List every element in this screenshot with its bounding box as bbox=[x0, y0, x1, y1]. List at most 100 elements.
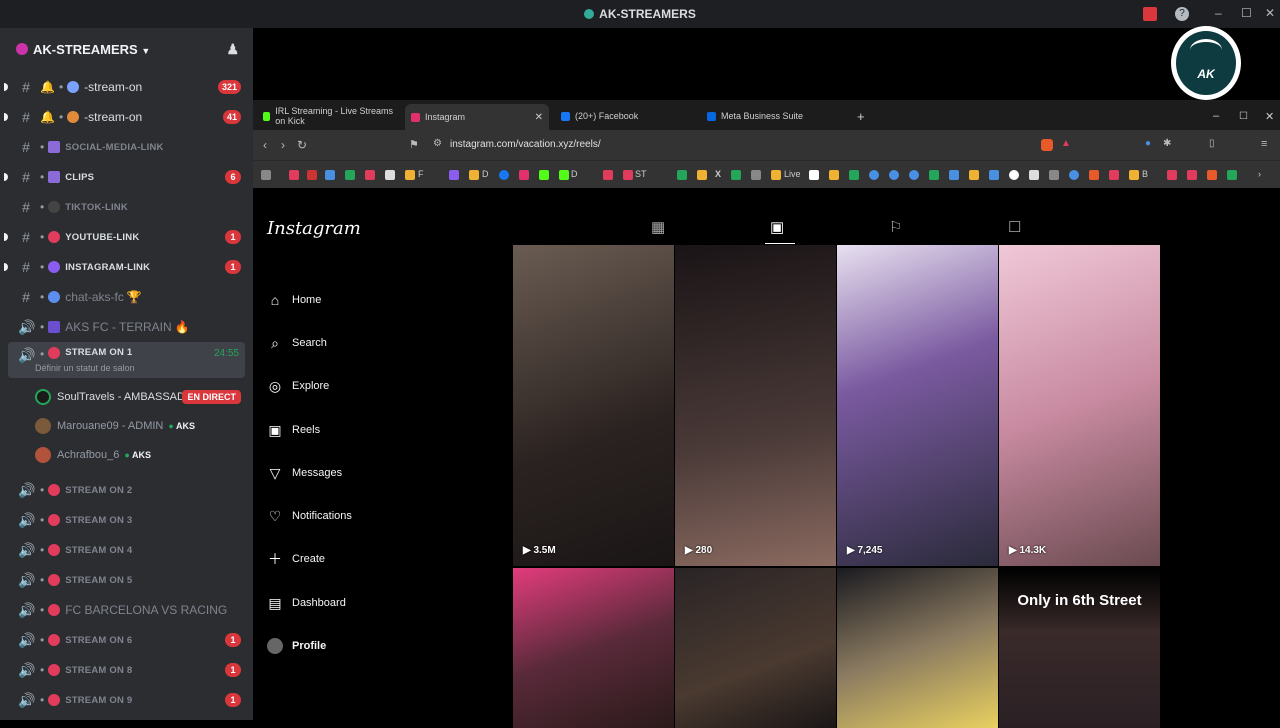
tab-meta-business[interactable]: Meta Business Suite bbox=[701, 106, 851, 126]
nav-messages[interactable]: ▽ Messages bbox=[267, 451, 352, 494]
back-icon[interactable]: ‹ bbox=[263, 138, 267, 152]
new-tab-button[interactable]: + bbox=[851, 106, 871, 126]
channel-item[interactable]: # 🔔 • -stream-on 321 bbox=[0, 72, 253, 102]
reels-tab-icon[interactable]: ▣ bbox=[770, 218, 784, 236]
bookmark-icon[interactable] bbox=[1207, 170, 1217, 180]
folder-icon[interactable] bbox=[1129, 170, 1139, 180]
bookmark-icon[interactable] bbox=[385, 170, 395, 180]
bookmark-icon[interactable] bbox=[289, 170, 299, 180]
reel-tile[interactable]: ▶ 14.3K bbox=[999, 245, 1160, 566]
tab-facebook[interactable]: (20+) Facebook bbox=[555, 106, 695, 126]
instagram-logo[interactable]: Instagram bbox=[267, 218, 361, 239]
bookmark-icon[interactable] bbox=[1089, 170, 1099, 180]
bookmark-icon[interactable] bbox=[889, 170, 899, 180]
sidebar-icon[interactable]: ▯ bbox=[1209, 138, 1215, 149]
posts-grid-icon[interactable]: ▦ bbox=[651, 218, 665, 236]
bookmark-icon[interactable] bbox=[909, 170, 919, 180]
bookmark-icon[interactable] bbox=[449, 170, 459, 180]
bookmark-label[interactable]: D bbox=[482, 169, 489, 179]
folder-icon[interactable] bbox=[469, 170, 479, 180]
tab-kick[interactable]: IRL Streaming - Live Streams on Kick bbox=[257, 106, 402, 126]
apps-icon[interactable] bbox=[261, 170, 271, 180]
bookmark-icon[interactable] bbox=[1187, 170, 1197, 180]
rewards-icon[interactable]: ▲ bbox=[1061, 138, 1071, 149]
bookmark-icon[interactable]: ⚑ bbox=[409, 138, 419, 151]
extension-icon[interactable]: ● bbox=[1145, 138, 1151, 149]
tagged-icon[interactable]: ☐ bbox=[1008, 218, 1021, 236]
bookmark-icon[interactable] bbox=[829, 170, 839, 180]
channel-item[interactable]: # • TIKTOK-LINK bbox=[0, 192, 253, 222]
channel-item[interactable]: # • SOCIAL-MEDIA-LINK bbox=[0, 132, 253, 162]
more-bookmarks-icon[interactable]: › bbox=[1258, 169, 1261, 179]
bookmark-label[interactable]: ST bbox=[635, 169, 647, 179]
tab-instagram[interactable]: Instagram ✕ bbox=[405, 104, 549, 130]
nav-create[interactable]: ＋ Create bbox=[267, 538, 352, 581]
bookmark-label[interactable]: D bbox=[571, 169, 578, 179]
saved-icon[interactable]: ⚐ bbox=[889, 218, 902, 236]
reel-tile[interactable]: ▶ 7,245 bbox=[837, 245, 998, 566]
bookmark-icon[interactable] bbox=[345, 170, 355, 180]
maximize-browser-icon[interactable]: ☐ bbox=[1233, 106, 1254, 126]
voice-channel-item[interactable]: 🔊 • FC BARCELONA VS RACING bbox=[0, 595, 253, 625]
voice-channel-item[interactable]: 🔊 • STREAM ON 4 bbox=[0, 535, 253, 565]
bookmark-icon[interactable] bbox=[849, 170, 859, 180]
bookmark-icon[interactable] bbox=[989, 170, 999, 180]
reel-tile[interactable]: ▶ 3.5M bbox=[513, 245, 674, 566]
nav-reels[interactable]: ▣ Reels bbox=[267, 408, 352, 451]
voice-channel-item[interactable]: 🔊 • STREAM ON 5 bbox=[0, 565, 253, 595]
extensions-icon[interactable]: ✱ bbox=[1163, 138, 1171, 149]
voice-channel-item[interactable]: 🔊 • STREAM ON 2 bbox=[0, 475, 253, 505]
bookmark-icon[interactable] bbox=[809, 170, 819, 180]
close-browser-icon[interactable]: ✕ bbox=[1259, 106, 1280, 126]
bookmark-icon[interactable] bbox=[1069, 170, 1079, 180]
instagram-icon[interactable] bbox=[519, 170, 529, 180]
voice-channel-item[interactable]: 🔊 • STREAM ON 3 bbox=[0, 505, 253, 535]
channel-status-input[interactable]: Définir un statut de salon bbox=[35, 363, 135, 373]
bookmark-icon[interactable] bbox=[949, 170, 959, 180]
kick-icon[interactable] bbox=[539, 170, 549, 180]
bookmark-icon[interactable] bbox=[1029, 170, 1039, 180]
voice-channel-item[interactable]: 🔊 • STREAM ON 61 bbox=[0, 625, 253, 655]
add-member-icon[interactable]: ♟ bbox=[226, 41, 239, 58]
bookmark-icon[interactable] bbox=[325, 170, 335, 180]
voice-channel-item[interactable]: 🔊 • STREAM ON 81 bbox=[0, 655, 253, 685]
bookmark-icon[interactable] bbox=[1167, 170, 1177, 180]
channel-item[interactable]: # • YOUTUBE-LINK 1 bbox=[0, 222, 253, 252]
voice-user[interactable]: SoulTravels - AMBASSADOR EN DIRECT bbox=[0, 382, 253, 411]
voice-channel-item[interactable]: 🔊 • STREAM ON 91 bbox=[0, 685, 253, 715]
gmail-icon[interactable] bbox=[307, 170, 317, 180]
kick-icon[interactable] bbox=[559, 170, 569, 180]
bookmark-label[interactable]: B bbox=[1142, 169, 1148, 179]
bookmark-icon[interactable] bbox=[677, 170, 687, 180]
bookmark-icon[interactable] bbox=[697, 170, 707, 180]
channel-item[interactable]: # • chat-aks-fc 🏆 bbox=[0, 282, 253, 312]
inbox-icon[interactable] bbox=[1143, 7, 1157, 21]
forward-icon[interactable]: › bbox=[281, 138, 285, 152]
maximize-icon[interactable]: ☐ bbox=[1241, 6, 1252, 20]
channel-item[interactable]: # 🔔 • -stream-on 41 bbox=[0, 102, 253, 132]
reel-tile[interactable] bbox=[675, 568, 836, 728]
bookmark-icon[interactable] bbox=[969, 170, 979, 180]
reel-tile[interactable]: Only in 6th Street bbox=[999, 568, 1160, 728]
bookmark-icon[interactable] bbox=[731, 170, 741, 180]
reel-tile[interactable] bbox=[513, 568, 674, 728]
facebook-icon[interactable] bbox=[499, 170, 509, 180]
active-voice-channel[interactable]: 🔊 • STREAM ON 1 24:55 Définir un statut de… bbox=[8, 342, 245, 378]
bookmark-icon[interactable] bbox=[929, 170, 939, 180]
nav-explore[interactable]: ◎ Explore bbox=[267, 365, 352, 408]
youtube-icon[interactable] bbox=[603, 170, 613, 180]
bookmark-icon[interactable] bbox=[1049, 170, 1059, 180]
channel-item[interactable]: 🔊 • AKS FC - TERRAIN 🔥 bbox=[0, 312, 253, 342]
bookmark-icon[interactable] bbox=[869, 170, 879, 180]
bookmark-icon[interactable] bbox=[751, 170, 761, 180]
channel-item[interactable]: # • INSTAGRAM-LINK 1 bbox=[0, 252, 253, 282]
voice-user[interactable]: Achrafbou_6 ● AKS bbox=[0, 440, 253, 469]
x-icon[interactable]: X bbox=[715, 169, 721, 179]
minimize-icon[interactable]: – bbox=[1215, 6, 1222, 20]
bookmark-label[interactable]: Live bbox=[784, 169, 801, 179]
brave-shield-icon[interactable] bbox=[1041, 139, 1053, 151]
folder-icon[interactable] bbox=[405, 170, 415, 180]
reload-icon[interactable]: ↻ bbox=[297, 138, 307, 152]
channel-item[interactable]: # • CLIPS 6 bbox=[0, 162, 253, 192]
nav-notifications[interactable]: ♡ Notifications bbox=[267, 494, 352, 537]
